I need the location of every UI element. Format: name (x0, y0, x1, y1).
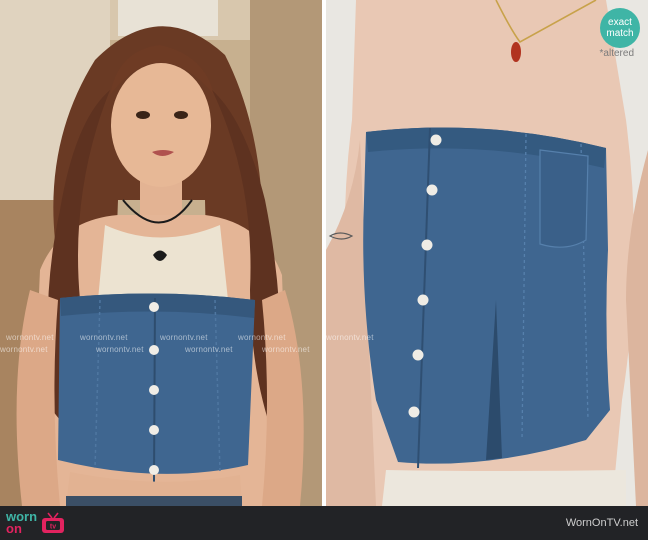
logo-wordmark: worn on (6, 510, 37, 536)
watermark-text: wornontv.net (160, 333, 208, 342)
watermark-text: wornontv.net (80, 333, 128, 342)
altered-label: *altered (599, 48, 634, 59)
tv-still-illustration (0, 0, 322, 506)
wornontv-logo[interactable]: worn on tv (6, 509, 66, 537)
watermark-text: wornontv.net (185, 345, 233, 354)
logo-tv-text: tv (50, 524, 56, 531)
watermark-text: wornontv.net (262, 345, 310, 354)
watermark-text: wornontv.net (326, 333, 374, 342)
badge-line2: match (606, 28, 634, 39)
footer-bar: worn on tv WornOnTV.net (0, 506, 648, 540)
logo-on: on (6, 521, 22, 536)
tv-icon: tv (42, 512, 65, 533)
exact-match-badge: exact match (600, 8, 640, 48)
badge-line1: exact (608, 17, 632, 28)
product-photo-panel: exact match *altered wornontv.net (326, 0, 648, 506)
outfit-comparison-image: wornontv.net wornontv.net wornontv.net w… (0, 0, 648, 540)
site-name[interactable]: WornOnTV.net (566, 517, 638, 529)
product-photo-illustration (326, 0, 648, 506)
watermark-text: wornontv.net (6, 333, 54, 342)
tv-still-panel: wornontv.net wornontv.net wornontv.net w… (0, 0, 322, 506)
watermark-text: wornontv.net (0, 345, 48, 354)
watermark-text: wornontv.net (96, 345, 144, 354)
watermark-text: wornontv.net (238, 333, 286, 342)
